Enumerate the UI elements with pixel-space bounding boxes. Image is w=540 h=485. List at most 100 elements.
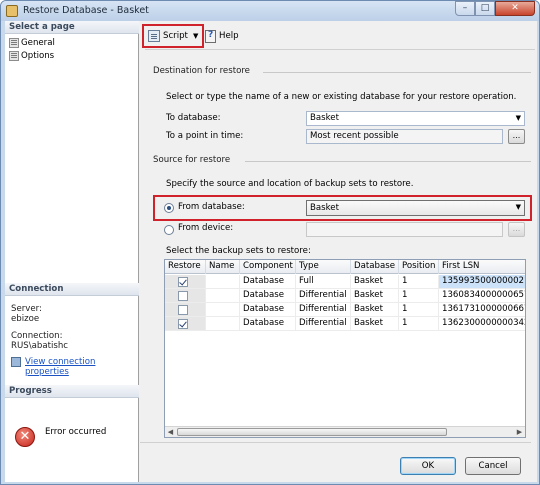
from-device-browse-button: ... [508,222,525,237]
page-item-label: General [21,38,55,48]
restore-checkbox[interactable] [178,305,188,315]
grid-header: Restore Name Component Type Database Pos… [165,260,525,274]
window-title: Restore Database - Basket [23,5,149,16]
restore-cell [165,317,206,331]
close-button[interactable]: ✕ [495,1,535,16]
component-cell: Database [240,317,296,331]
column-header[interactable]: Name [206,260,240,274]
page-icon [9,38,19,48]
from-database-label: From database: [178,202,245,212]
column-header[interactable]: Restore [165,260,206,274]
restore-cell [165,275,206,289]
type-cell: Full [296,275,351,289]
maximize-button[interactable]: □ [475,1,495,16]
position-cell: 1 [399,275,439,289]
connection-header: Connection [5,283,139,296]
chevron-down-icon[interactable]: ▼ [516,201,521,214]
restore-checkbox[interactable] [178,277,188,287]
divider [263,72,531,73]
first-lsn-cell: 135993500000002190 [439,275,525,289]
select-page-header: Select a page [5,21,139,34]
from-device-radio[interactable] [164,225,174,235]
column-header[interactable]: Database [351,260,399,274]
from-device-label: From device: [178,223,234,233]
progress-header: Progress [5,385,139,398]
toolbar-divider [145,49,535,50]
column-header[interactable]: Position [399,260,439,274]
connection-value: RUS\abatishc [11,341,69,351]
help-button[interactable]: Help [205,29,239,43]
scroll-thumb[interactable] [177,428,447,436]
database-cell: Basket [351,303,399,317]
restore-checkbox[interactable] [178,291,188,301]
chevron-left-icon[interactable]: ◀ [165,427,176,437]
help-icon [205,29,216,43]
point-in-time-label: To a point in time: [166,131,244,141]
database-cell: Basket [351,289,399,303]
database-cell: Basket [351,275,399,289]
position-cell: 1 [399,303,439,317]
properties-icon [11,357,21,367]
to-database-label: To database: [166,113,221,123]
page-item-options[interactable]: Options [9,50,54,62]
divider [245,161,531,162]
left-pane: Select a page General Options Connection… [5,21,139,482]
restore-checkbox[interactable] [178,319,188,329]
point-in-time-browse-button[interactable]: ... [508,129,525,144]
chevron-right-icon[interactable]: ▶ [514,427,525,437]
name-cell [206,275,240,289]
table-row[interactable]: Database Differential Basket 1 136173100… [165,303,525,317]
destination-section-title: Destination for restore [153,66,250,76]
restore-cell [165,289,206,303]
script-button[interactable]: Script ▼ [148,29,198,43]
ok-button[interactable]: OK [400,457,456,475]
connection-label: Connection: [11,331,63,341]
type-cell: Differential [296,317,351,331]
position-cell: 1 [399,317,439,331]
page-item-general[interactable]: General [9,37,55,49]
table-row[interactable]: Database Differential Basket 1 136230000… [165,317,525,331]
script-label: Script [163,31,188,41]
backup-sets-label: Select the backup sets to restore: [166,246,311,256]
from-database-radio[interactable] [164,203,174,213]
component-cell: Database [240,303,296,317]
name-cell [206,289,240,303]
cancel-button[interactable]: Cancel [465,457,521,475]
destination-description: Select or type the name of a new or exis… [166,92,517,102]
from-database-combo[interactable]: Basket ▼ [306,200,525,216]
horizontal-scrollbar[interactable]: ◀ ▶ [165,426,525,437]
to-database-value: Basket [310,113,339,123]
error-icon: ✕ [15,427,35,447]
first-lsn-cell: 136173100000066780 [439,303,525,317]
page-item-label: Options [21,51,55,61]
type-cell: Differential [296,289,351,303]
column-header[interactable]: Component [240,260,296,274]
progress-status: Error occurred [45,427,107,437]
first-lsn-cell: 136083400000065780 [439,289,525,303]
server-value: ebizoe [11,314,40,324]
toolbar: Script ▼ Help [140,21,537,50]
title-bar: Restore Database - Basket – □ ✕ [1,1,539,21]
database-cell: Basket [351,317,399,331]
component-cell: Database [240,289,296,303]
table-row[interactable]: Database Full Basket 1 13599350000000219… [165,275,525,289]
help-label: Help [219,31,239,41]
database-icon [6,5,18,17]
divider [140,442,531,443]
first-lsn-cell: 136230000000034260 [439,317,525,331]
restore-database-window: Restore Database - Basket – □ ✕ Select a… [0,0,540,485]
name-cell [206,317,240,331]
column-header[interactable]: Type [296,260,351,274]
name-cell [206,303,240,317]
component-cell: Database [240,275,296,289]
type-cell: Differential [296,303,351,317]
chevron-down-icon[interactable]: ▼ [193,32,198,40]
view-connection-properties-link[interactable]: View connection properties [25,357,138,377]
server-label: Server: [11,304,42,314]
table-row[interactable]: Database Differential Basket 1 136083400… [165,289,525,303]
to-database-combo[interactable]: Basket ▼ [306,111,525,126]
column-header[interactable]: First LSN [439,260,525,274]
chevron-down-icon[interactable]: ▼ [516,112,521,125]
from-database-value: Basket [310,203,339,213]
minimize-button[interactable]: – [455,1,475,16]
